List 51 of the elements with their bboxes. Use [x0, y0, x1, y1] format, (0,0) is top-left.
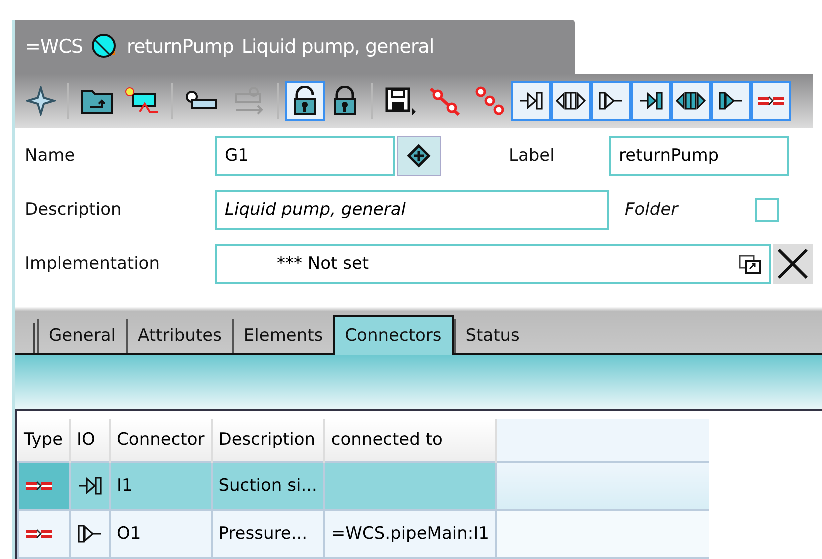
clear-button[interactable]	[773, 244, 813, 284]
toolbar-button[interactable]	[285, 80, 325, 121]
folder-label: Folder	[625, 200, 680, 220]
table-cell: Pressure...	[212, 510, 324, 558]
object-description: Liquid pump, general	[242, 36, 434, 58]
label-label: Label	[509, 146, 556, 166]
chain-icon	[428, 86, 462, 116]
input-port-icon	[77, 474, 104, 498]
name-label: Name	[25, 146, 76, 166]
tab[interactable]: Connectors	[333, 315, 454, 355]
name-field[interactable]: G1	[215, 136, 395, 176]
description-field[interactable]: Liquid pump, general	[215, 190, 609, 230]
toolbar-button[interactable]	[511, 80, 551, 121]
connector-icon	[25, 479, 53, 493]
label-field[interactable]: returnPump	[609, 136, 789, 176]
toolbar-button[interactable]	[591, 80, 631, 121]
object-name: returnPump	[127, 36, 234, 58]
implementation-field[interactable]: *** Not set	[215, 244, 771, 284]
namespace-text: =WCS	[25, 36, 84, 58]
column-header[interactable]: Description	[212, 419, 324, 462]
table-row[interactable]: O1 Pressure... =WCS.pipeMain:I1	[18, 510, 710, 558]
table-cell: Suction si...	[212, 462, 324, 510]
output-port-icon	[77, 522, 104, 546]
connector-icon	[25, 527, 53, 541]
tab[interactable]: Status	[454, 319, 530, 353]
unlocked-icon	[291, 86, 319, 116]
add-diamond-icon	[407, 144, 431, 168]
table-cell: I1	[110, 462, 212, 510]
table-cell: O1	[110, 510, 212, 558]
tab[interactable]: Attributes	[126, 319, 232, 353]
table-cell: =WCS.pipeMain:I1	[324, 510, 496, 558]
save-icon	[384, 86, 418, 116]
toolbar-button[interactable]	[551, 80, 591, 121]
description-label: Description	[25, 200, 123, 220]
star-icon	[26, 86, 56, 116]
toolbar-button[interactable]	[671, 80, 711, 121]
column-header[interactable]: IO	[70, 419, 110, 462]
new-element-icon	[124, 86, 160, 116]
toolbar-button[interactable]	[631, 80, 671, 121]
browse-icon	[739, 252, 761, 275]
column-header[interactable]: Type	[18, 419, 70, 462]
implementation-label: Implementation	[25, 254, 161, 274]
column-header[interactable]: connected to	[324, 419, 496, 462]
tab[interactable]: General	[37, 319, 126, 353]
name-picker-button[interactable]	[397, 136, 441, 176]
table-row[interactable]: I1 Suction si...	[18, 462, 710, 510]
folder-checkbox[interactable]	[755, 198, 779, 222]
column-header[interactable]: Connector	[110, 419, 212, 462]
toolbar-button[interactable]	[711, 80, 751, 121]
connector-icon	[757, 94, 785, 108]
lock-icon	[331, 86, 359, 116]
